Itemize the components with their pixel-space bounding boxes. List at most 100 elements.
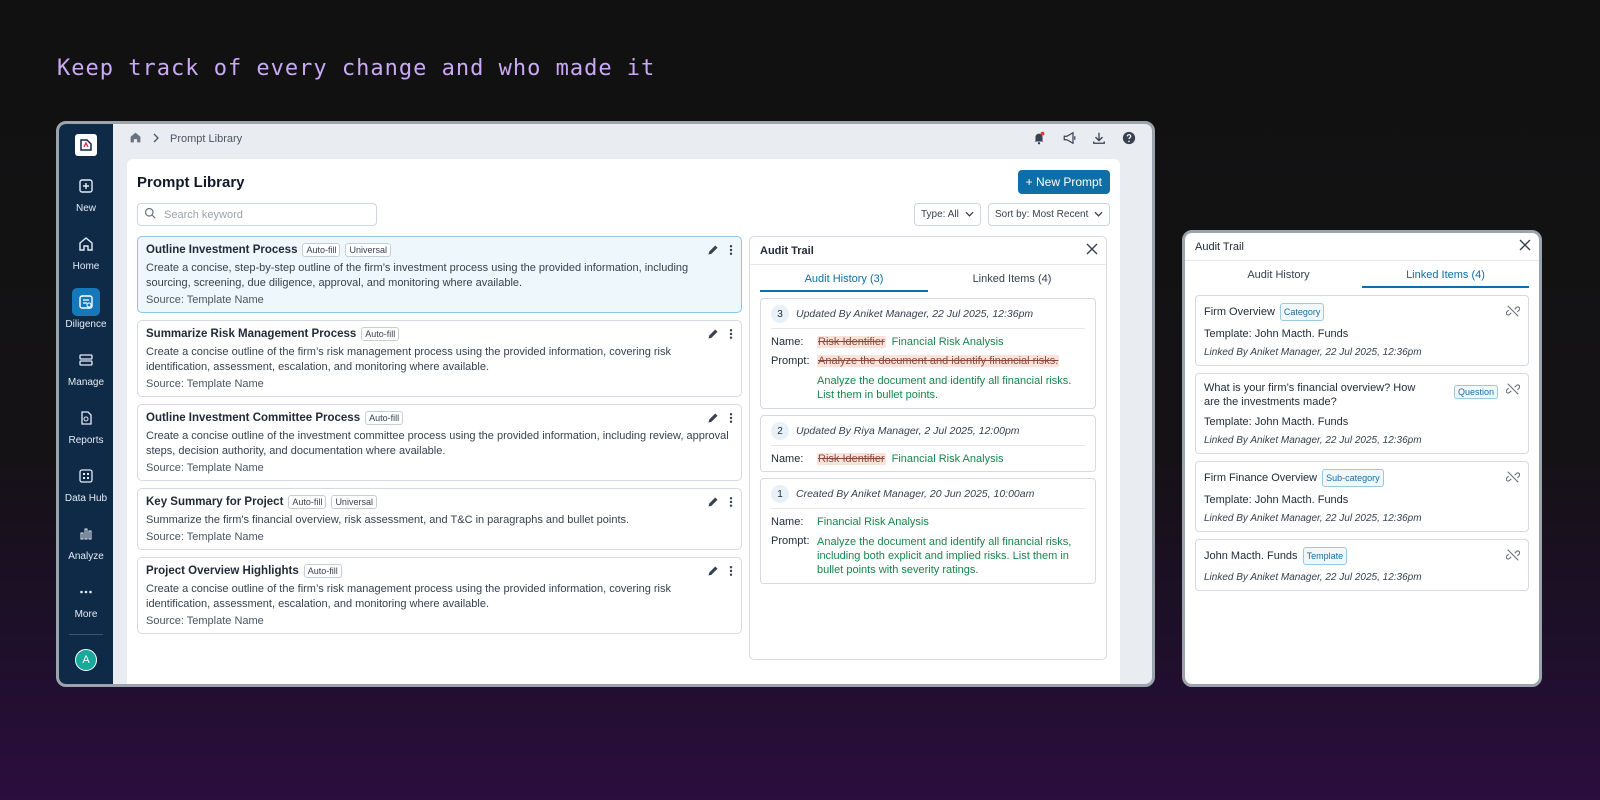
edit-pencil-icon[interactable] (707, 327, 719, 345)
tag-badge: Auto-fill (303, 564, 342, 578)
linked-item-template: Template: John Macth. Funds (1204, 416, 1349, 428)
nav-label: Manage (67, 377, 105, 388)
linked-item-title: Firm Overview (1204, 306, 1275, 318)
added-value: Financial Risk Analysis (817, 516, 929, 528)
linked-item-title: What is your firm’s financial overview? … (1204, 382, 1416, 408)
tag-badge: Template (1302, 547, 1348, 565)
nav-more[interactable]: More (59, 578, 113, 620)
unlink-icon[interactable] (1505, 304, 1521, 323)
prompt-title: Outline Investment Process (146, 244, 298, 256)
tag-badge: Auto-fill (288, 495, 327, 509)
nav-new[interactable]: New (59, 172, 113, 214)
type-filter-dropdown[interactable]: Type: All (914, 203, 981, 226)
edit-pencil-icon[interactable] (707, 564, 719, 582)
search-input[interactable]: Search keyword (137, 203, 377, 226)
linked-item-by: Linked By Aniket Manager, 22 Jul 2025, 1… (1204, 347, 1422, 358)
breadcrumb-current[interactable]: Prompt Library (170, 133, 242, 145)
unlink-icon[interactable] (1505, 548, 1521, 567)
linked-item-template: Template: John Macth. Funds (1204, 328, 1349, 340)
nav-home[interactable]: Home (59, 230, 113, 272)
close-icon[interactable] (1519, 239, 1531, 254)
tab-linked-items[interactable]: Linked Items (4) (1362, 269, 1529, 288)
audit-entry: 1 Created By Aniket Manager, 20 Jun 2025,… (760, 478, 1096, 584)
prompt-title: Outline Investment Committee Process (146, 412, 361, 424)
edit-pencil-icon[interactable] (707, 495, 719, 513)
prompt-label: Prompt: (771, 355, 810, 367)
tag-badge: Sub-category (1322, 469, 1384, 487)
prompt-title: Project Overview Highlights (146, 565, 299, 577)
unlink-icon[interactable] (1505, 470, 1521, 489)
sort-label: Sort by: Most Recent (995, 209, 1089, 220)
tab-audit-history[interactable]: Audit History (3) (760, 273, 928, 292)
unlink-icon[interactable] (1505, 382, 1521, 401)
diligence-icon (72, 288, 100, 316)
nav-reports[interactable]: Reports (59, 404, 113, 446)
tag-badge: Question (1453, 385, 1498, 399)
audit-title: Audit Trail (760, 244, 814, 257)
app-logo (75, 134, 97, 156)
side-tabs: Audit History Linked Items (4) (1195, 269, 1529, 288)
nav-manage[interactable]: Manage (59, 346, 113, 388)
avatar[interactable]: A (75, 649, 97, 671)
name-label: Name: (771, 516, 804, 528)
nav-label: More (74, 609, 98, 620)
prompt-card[interactable]: Project Overview Highlights Auto-fill Cre… (137, 557, 742, 634)
edit-pencil-icon[interactable] (707, 411, 719, 429)
audit-entry: 3 Updated By Aniket Manager, 22 Jul 2025,… (760, 298, 1096, 409)
entry-number: 3 (771, 305, 789, 323)
tag-badge: Auto-fill (302, 243, 341, 257)
kebab-menu-icon[interactable] (729, 327, 733, 345)
megaphone-icon[interactable] (1060, 129, 1078, 147)
linked-item-by: Linked By Aniket Manager, 22 Jul 2025, 1… (1204, 572, 1422, 583)
rail-divider (69, 634, 103, 635)
prompt-card[interactable]: Outline Investment Committee Process Auto… (137, 404, 742, 481)
audit-entry: 2 Updated By Riya Manager, 2 Jul 2025, 12… (760, 415, 1096, 472)
added-value: Financial Risk Analysis (891, 453, 1004, 465)
nav-rail: New Home Diligence Manage Reports Data H… (59, 124, 113, 684)
top-actions (1030, 129, 1138, 147)
download-icon[interactable] (1090, 129, 1108, 147)
linked-item[interactable]: John Macth. Funds Template Linked By Anik… (1195, 539, 1529, 591)
nav-label: Diligence (65, 319, 107, 330)
tag-badge: Auto-fill (365, 411, 404, 425)
home-icon[interactable] (129, 131, 142, 147)
chart-icon (72, 520, 100, 548)
prompt-card[interactable]: Summarize Risk Management Process Auto-fi… (137, 320, 742, 397)
search-icon (144, 207, 156, 222)
prompt-title: Summarize Risk Management Process (146, 328, 357, 340)
prompt-card[interactable]: Key Summary for Project Auto-fill Universa… (137, 488, 742, 550)
top-bar: Prompt Library (113, 124, 1152, 154)
linked-item-title: Firm Finance Overview (1204, 472, 1318, 484)
kebab-menu-icon[interactable] (729, 564, 733, 582)
bell-icon[interactable] (1030, 129, 1048, 147)
kebab-menu-icon[interactable] (729, 411, 733, 429)
edit-pencil-icon[interactable] (707, 243, 719, 261)
kebab-menu-icon[interactable] (729, 495, 733, 513)
linked-item[interactable]: Firm Finance Overview Sub-category Templa… (1195, 461, 1529, 532)
prompt-list: Outline Investment Process Auto-fill Unive… (137, 236, 742, 641)
new-prompt-button[interactable]: + New Prompt (1017, 170, 1110, 194)
manage-icon (72, 346, 100, 374)
entry-header: Created By Aniket Manager, 20 Jun 2025, … (796, 488, 1035, 500)
linked-items-window: Audit Trail Audit History Linked Items (… (1182, 230, 1542, 687)
entry-header: Updated By Aniket Manager, 22 Jul 2025, … (796, 308, 1034, 320)
tab-audit-history[interactable]: Audit History (1195, 269, 1362, 288)
prompt-description: Create a concise outline of the firm’s r… (146, 346, 671, 373)
plus-square-icon (72, 172, 100, 200)
linked-item[interactable]: Firm Overview Category Template: John Mac… (1195, 295, 1529, 366)
prompt-card[interactable]: Outline Investment Process Auto-fill Unive… (137, 236, 742, 313)
nav-data-hub[interactable]: Data Hub (59, 462, 113, 504)
prompt-label: Prompt: (771, 535, 810, 547)
chevron-down-icon (965, 209, 974, 220)
kebab-menu-icon[interactable] (729, 243, 733, 261)
tab-linked-items[interactable]: Linked Items (4) (928, 273, 1096, 292)
linked-item[interactable]: What is your firm’s financial overview? … (1195, 373, 1529, 454)
prompt-source: Source: Template Name (146, 294, 264, 306)
help-icon[interactable] (1120, 129, 1138, 147)
sort-dropdown[interactable]: Sort by: Most Recent (988, 203, 1111, 226)
close-icon[interactable] (1086, 243, 1098, 258)
nav-label: Analyze (68, 551, 104, 562)
reports-icon (72, 404, 100, 432)
nav-diligence[interactable]: Diligence (59, 288, 113, 330)
nav-analyze[interactable]: Analyze (59, 520, 113, 562)
